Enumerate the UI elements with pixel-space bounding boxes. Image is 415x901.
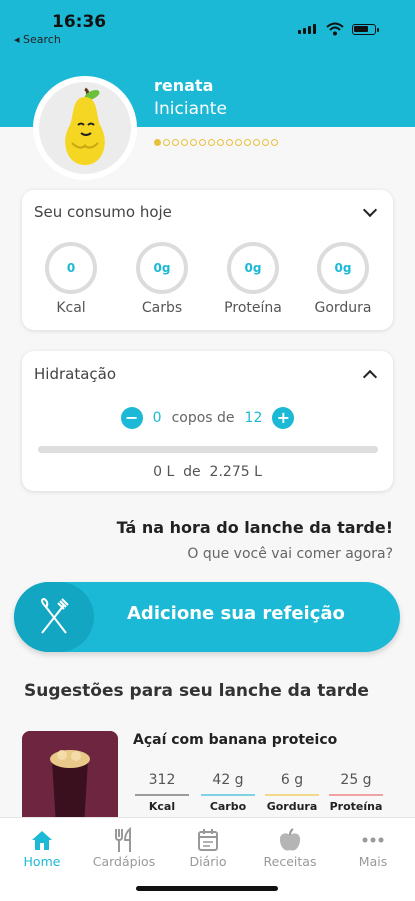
macro-carbo-bar — [201, 794, 255, 796]
hydration-title: Hidratação — [34, 365, 117, 383]
protein-label: Proteína — [224, 300, 282, 316]
macro-carbo-value: 42 g — [212, 772, 244, 788]
carbs-label: Carbs — [141, 300, 183, 316]
tab-recipes[interactable]: Receitas — [250, 826, 330, 869]
add-meal-button[interactable]: Adicione sua refeição — [14, 582, 400, 652]
macro-kcal-label: Kcal — [148, 800, 176, 813]
tab-home-label: Home — [23, 854, 61, 869]
tab-diary[interactable]: Diário — [168, 826, 248, 869]
protein-ring: 0g — [227, 242, 279, 294]
consumption-title: Seu consumo hoje — [34, 203, 172, 221]
add-meal-label: Adicione sua refeição — [127, 603, 345, 624]
level-dot — [190, 139, 197, 146]
acai-food-image[interactable] — [22, 731, 118, 825]
tab-home[interactable]: Home — [2, 826, 82, 869]
pear-mascot-icon — [65, 87, 105, 165]
macro-fat-label: Gordura — [266, 800, 318, 813]
fork-knife-icon — [41, 597, 69, 634]
fat-stat: 0g Gordura — [312, 242, 374, 316]
level-dot — [199, 139, 206, 146]
macro-kcal-bar — [135, 794, 189, 796]
level-dot — [172, 139, 179, 146]
meal-time-question: Tá na hora do lanche da tarde! — [116, 518, 393, 537]
tab-more[interactable]: Mais — [333, 826, 413, 869]
level-dot — [262, 139, 269, 146]
macro-carbo-label: Carbo — [209, 800, 247, 813]
macro-carbo: 42 g Carbo — [201, 772, 255, 813]
tab-menus[interactable]: Cardápios — [84, 826, 164, 869]
cups-count: 0 — [152, 410, 162, 426]
carbs-ring: 0g — [136, 242, 188, 294]
hydration-progress-bar — [38, 446, 378, 453]
cups-goal: 12 — [244, 410, 263, 426]
protein-stat: 0g Proteína — [222, 242, 284, 316]
kcal-label: Kcal — [56, 300, 86, 316]
acai-cup-illustration — [22, 731, 118, 825]
level-dot — [244, 139, 251, 146]
level-dot — [208, 139, 215, 146]
macro-fat-value: 6 g — [280, 772, 304, 788]
apple-icon — [279, 828, 301, 851]
suggestions-title: Sugestões para seu lanche da tarde — [24, 681, 369, 701]
consumption-card[interactable]: Seu consumo hoje 0 Kcal 0g Carbs 0g Prot… — [22, 190, 393, 330]
level-dot — [181, 139, 188, 146]
level-dot — [235, 139, 242, 146]
avatar[interactable] — [33, 76, 137, 180]
macro-fat-bar — [265, 794, 319, 796]
kcal-stat: 0 Kcal — [40, 242, 102, 316]
tab-more-label: Mais — [358, 854, 388, 869]
cutlery-icon — [115, 827, 131, 852]
hydration-card: Hidratação − 0 copos de 12 + 0 L de 2.27… — [22, 351, 393, 491]
user-name: renata — [154, 76, 214, 95]
home-icon — [32, 831, 52, 850]
hydration-liters: 0 L de 2.275 L — [153, 464, 262, 480]
home-indicator — [136, 886, 278, 891]
meal-time-subtitle: O que você vai comer agora? — [187, 546, 393, 562]
battery-icon — [352, 24, 379, 35]
macro-kcal-value: 312 — [148, 772, 176, 788]
more-icon — [362, 837, 384, 843]
chevron-up-icon[interactable] — [362, 369, 378, 385]
macro-protein-label: Proteína — [329, 800, 383, 813]
add-meal-icon-circle — [14, 582, 94, 652]
user-level: Iniciante — [154, 99, 227, 119]
cups-counter: − 0 copos de 12 + — [22, 407, 393, 429]
macro-protein-bar — [329, 794, 383, 796]
level-dot — [163, 139, 170, 146]
remove-cup-button[interactable]: − — [120, 407, 143, 429]
macro-fat: 6 g Gordura — [265, 772, 319, 813]
status-time: 16:36 — [52, 12, 107, 32]
tab-recipes-label: Receitas — [263, 854, 317, 869]
macro-protein-value: 25 g — [340, 772, 372, 788]
level-progress-dots — [154, 139, 278, 146]
carbs-stat: 0g Carbs — [131, 242, 193, 316]
wifi-icon — [326, 22, 344, 36]
tab-diary-label: Diário — [189, 854, 227, 869]
macro-kcal: 312 Kcal — [135, 772, 189, 813]
cups-of-label: copos de — [171, 410, 235, 426]
fat-label: Gordura — [314, 300, 372, 316]
kcal-ring: 0 — [45, 242, 97, 294]
level-dot — [217, 139, 224, 146]
fat-ring: 0g — [317, 242, 369, 294]
macro-protein: 25 g Proteína — [329, 772, 383, 813]
level-dot — [271, 139, 278, 146]
food-name[interactable]: Açaí com banana proteico — [133, 732, 337, 748]
cellular-signal-icon — [298, 24, 316, 34]
add-cup-button[interactable]: + — [272, 407, 295, 429]
chevron-down-icon[interactable] — [362, 202, 378, 218]
level-dot — [154, 139, 161, 146]
calendar-icon — [198, 829, 218, 851]
level-dot — [253, 139, 260, 146]
tab-menus-label: Cardápios — [92, 854, 156, 869]
level-dot — [226, 139, 233, 146]
back-to-search-link[interactable]: ◂ Search — [14, 33, 61, 46]
